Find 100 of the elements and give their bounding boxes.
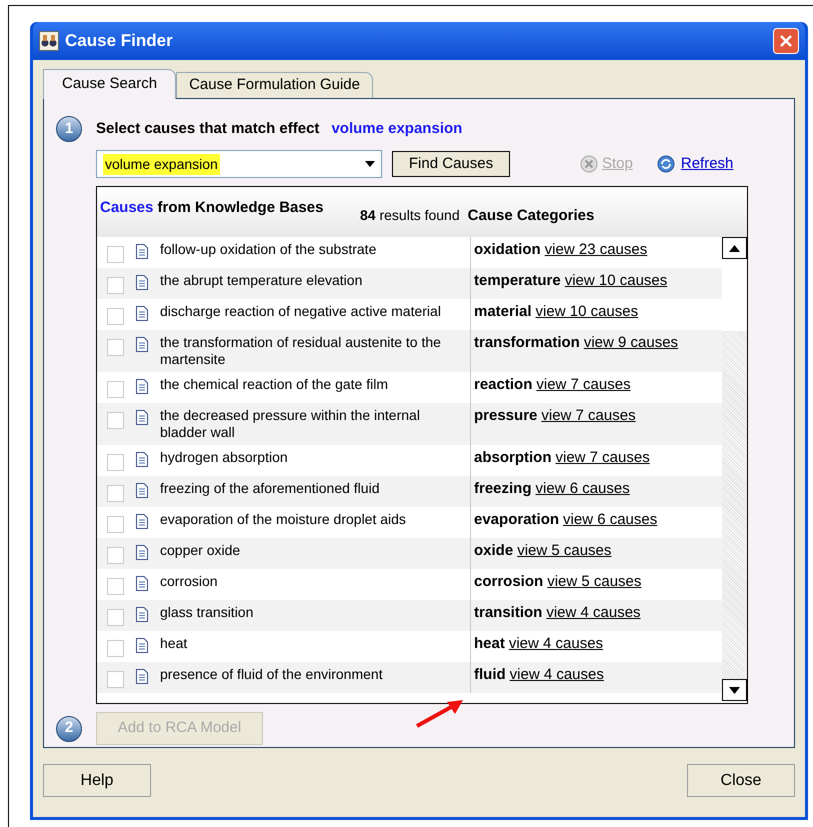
document-icon (136, 638, 148, 653)
category-name: oxidation (474, 241, 541, 258)
scroll-up-icon[interactable] (729, 244, 740, 252)
table-row[interactable]: the abrupt temperature elevation temperature view 10 causes (97, 268, 722, 299)
category-name: transformation (474, 334, 580, 351)
view-causes-link[interactable]: view 5 causes (547, 573, 642, 590)
causes-header: Causes from Knowledge Bases (100, 198, 324, 218)
table-row[interactable]: presence of fluid of the environment fluid view 4 causes (97, 662, 722, 693)
category-name: evaporation (474, 511, 560, 528)
document-icon (136, 244, 148, 259)
category-name: transition (474, 604, 542, 621)
cause-text: presence of fluid of the environment (160, 666, 383, 683)
help-button[interactable]: Help (43, 764, 151, 797)
view-causes-link[interactable]: view 23 causes (544, 241, 648, 258)
view-causes-link[interactable]: view 4 causes (508, 635, 604, 652)
checkbox[interactable] (107, 246, 124, 263)
category-name: heat (474, 635, 505, 652)
result-count: 84 results found (360, 206, 460, 225)
document-icon (136, 514, 148, 529)
view-causes-link[interactable]: view 7 causes (536, 376, 631, 393)
view-causes-link[interactable]: view 9 causes (584, 334, 678, 351)
cause-text: the abrupt temperature elevation (160, 272, 362, 289)
category-name: material (474, 303, 532, 320)
dropdown-caret-icon (365, 161, 375, 167)
document-icon (136, 669, 148, 684)
table-row[interactable]: the decreased pressure within the internal bladder wall pressure view 7 causes (97, 403, 722, 445)
document-icon (136, 483, 148, 498)
cause-text: glass transition (160, 604, 254, 621)
view-causes-link[interactable]: view 10 causes (536, 303, 638, 320)
cause-text: hydrogen absorption (160, 449, 288, 466)
view-causes-link[interactable]: view 10 causes (564, 272, 668, 289)
category-name: pressure (474, 407, 538, 424)
document-icon (136, 545, 148, 560)
table-row[interactable]: copper oxide oxide view 5 causes (97, 538, 722, 569)
checkbox[interactable] (107, 454, 124, 471)
view-causes-link[interactable]: view 6 causes (563, 511, 658, 528)
view-causes-link[interactable]: view 7 causes (541, 407, 636, 424)
effect-combo-box[interactable]: volume expansion (96, 150, 382, 178)
find-causes-button[interactable]: Find Causes (392, 151, 510, 177)
checkbox[interactable] (107, 516, 124, 533)
cause-text: the decreased pressure within the internal bladder wall (160, 407, 421, 441)
refresh-icon (656, 155, 675, 173)
document-icon (136, 337, 148, 352)
category-name: freezing (474, 480, 532, 497)
document-icon (136, 452, 148, 467)
view-causes-link[interactable]: view 5 causes (517, 542, 612, 559)
table-row[interactable]: glass transition transition view 4 causes (97, 600, 722, 631)
checkbox[interactable] (107, 547, 124, 564)
table-row[interactable]: the transformation of residual austenite to the martensite transformation view 9 causes (97, 330, 722, 372)
tab[interactable]: Cause Search (43, 69, 176, 99)
cause-text: corrosion (160, 573, 218, 590)
cause-text: the transformation of residual austenite to the martensite (160, 334, 442, 368)
document-icon (136, 576, 148, 591)
binoculars-icon (39, 31, 59, 51)
view-causes-link[interactable]: view 4 causes (510, 666, 604, 683)
checkbox[interactable] (107, 381, 124, 398)
close-button[interactable]: Close (687, 764, 795, 797)
scrollbar[interactable] (722, 237, 747, 701)
checkbox[interactable] (107, 609, 124, 626)
tab[interactable]: Cause Formulation Guide (176, 72, 373, 98)
effect-name: volume expansion (331, 118, 462, 139)
checkbox[interactable] (107, 485, 124, 502)
document-icon (136, 275, 148, 290)
checkbox[interactable] (107, 277, 124, 294)
close-icon[interactable] (773, 28, 799, 54)
categories-header: Cause Categories (468, 206, 594, 226)
scrollbar-thumb[interactable] (722, 259, 747, 331)
document-icon (136, 379, 148, 394)
category-name: absorption (474, 449, 552, 466)
cause-text: the chemical reaction of the gate film (160, 376, 388, 393)
stop-icon (580, 155, 598, 173)
refresh-link[interactable]: Refresh (680, 152, 734, 176)
checkbox[interactable] (107, 308, 124, 325)
category-name: oxide (474, 542, 514, 559)
step-number-icon: 1 (56, 116, 82, 142)
cause-text: follow-up oxidation of the substrate (160, 241, 376, 258)
scroll-down-icon[interactable] (729, 686, 740, 694)
cause-text: heat (160, 635, 188, 652)
annotation-arrow (415, 698, 465, 728)
view-causes-link[interactable]: view 4 causes (546, 604, 641, 621)
view-causes-link[interactable]: view 7 causes (556, 449, 650, 466)
category-name: temperature (474, 272, 561, 289)
category-name: reaction (474, 376, 532, 393)
document-icon (136, 607, 148, 622)
cause-text: copper oxide (160, 542, 240, 559)
checkbox[interactable] (107, 339, 124, 356)
document-icon (136, 410, 148, 425)
checkbox[interactable] (107, 412, 124, 429)
table-row[interactable]: freezing of the aforementioned fluid freezing view 6 causes (97, 476, 722, 507)
checkbox[interactable] (107, 640, 124, 657)
checkbox[interactable] (107, 671, 124, 688)
step-number-icon: 2 (56, 716, 82, 742)
step-prompt: Select causes that match effect (96, 118, 320, 139)
view-causes-link[interactable]: view 6 causes (536, 480, 630, 497)
cause-text: evaporation of the moisture droplet aids (160, 511, 406, 528)
checkbox[interactable] (107, 578, 124, 595)
window-title: Cause Finder (65, 30, 174, 52)
document-icon (136, 306, 148, 321)
cause-text: freezing of the aforementioned fluid (160, 480, 380, 497)
category-name: fluid (474, 666, 506, 683)
